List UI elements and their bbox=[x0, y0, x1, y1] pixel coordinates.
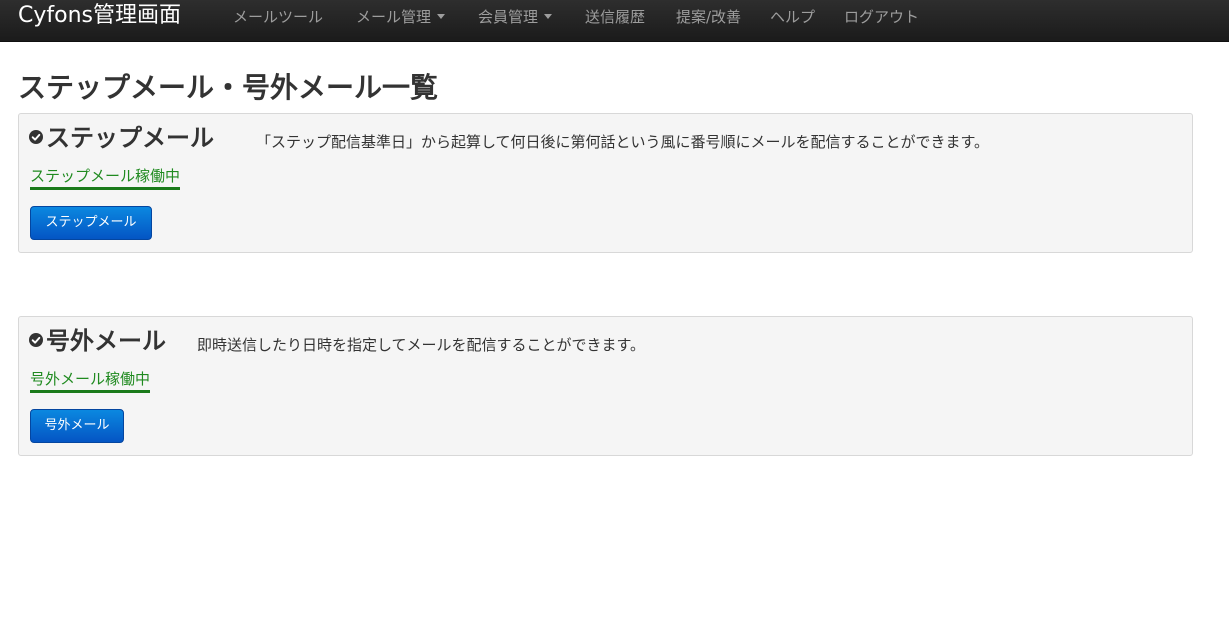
panel-heading-text: ステップメール bbox=[46, 124, 214, 152]
caret-down-icon bbox=[544, 14, 553, 19]
step-mail-button[interactable]: ステップメール bbox=[30, 206, 152, 240]
nav-item-label: ヘルプ bbox=[770, 8, 816, 26]
caret-down-icon bbox=[437, 14, 446, 19]
panel-description: 「ステップ配信基準日」から起算して何日後に第何話という風に番号順にメールを配信す… bbox=[256, 133, 990, 151]
nav-item-suggestions[interactable]: 提案/改善 bbox=[676, 7, 741, 27]
nav-item-label: 会員管理 bbox=[478, 8, 539, 26]
nav-item-send-history[interactable]: 送信履歴 bbox=[585, 7, 645, 27]
step-mail-status-link[interactable]: ステップメール稼働中 bbox=[30, 166, 181, 190]
nav-item-label: 提案/改善 bbox=[676, 8, 742, 26]
panel-heading: ステップメール bbox=[29, 124, 214, 152]
nav-item-logout[interactable]: ログアウト bbox=[844, 7, 919, 27]
panel-heading: 号外メール bbox=[29, 327, 166, 355]
top-navbar: Cyfons管理画面 メールツール メール管理 会員管理 送信履歴 提案/改善 … bbox=[0, 0, 1229, 42]
check-circle-icon bbox=[29, 130, 43, 144]
nav-item-mail-management[interactable]: メール管理 bbox=[356, 7, 446, 27]
extra-mail-status-link[interactable]: 号外メール稼働中 bbox=[30, 369, 151, 393]
panel-heading-text: 号外メール bbox=[46, 327, 166, 355]
step-mail-panel: ステップメール 「ステップ配信基準日」から起算して何日後に第何話という風に番号順… bbox=[18, 113, 1193, 253]
nav-item-member-management[interactable]: 会員管理 bbox=[478, 7, 553, 27]
nav-item-help[interactable]: ヘルプ bbox=[770, 7, 815, 27]
brand-link[interactable]: Cyfons管理画面 bbox=[18, 2, 181, 30]
page-title: ステップメール・号外メール一覧 bbox=[18, 71, 439, 104]
extra-mail-button[interactable]: 号外メール bbox=[30, 409, 124, 443]
nav-item-label: 送信履歴 bbox=[585, 8, 646, 26]
nav-item-label: メールツール bbox=[233, 8, 324, 26]
extra-mail-panel: 号外メール 即時送信したり日時を指定してメールを配信することができます。 号外メ… bbox=[18, 316, 1193, 456]
check-circle-icon bbox=[29, 333, 43, 347]
nav-item-label: ログアウト bbox=[844, 8, 920, 26]
nav-item-mail-tool[interactable]: メールツール bbox=[233, 7, 323, 27]
panel-description: 即時送信したり日時を指定してメールを配信することができます。 bbox=[197, 336, 646, 354]
nav-item-label: メール管理 bbox=[356, 8, 432, 26]
